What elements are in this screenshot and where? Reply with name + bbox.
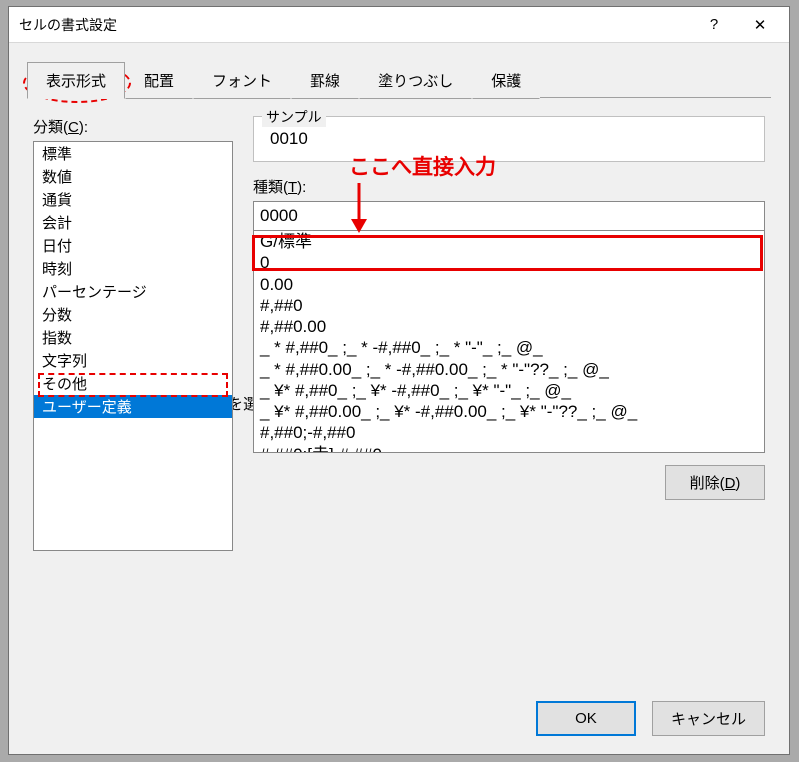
- tab-0[interactable]: 表示形式: [27, 62, 125, 99]
- detail-panel: サンプル 0010 種類(T): G/標準00.00#,##0#,##0.00_…: [253, 116, 765, 500]
- category-item[interactable]: 時刻: [34, 257, 232, 280]
- delete-button[interactable]: 削除(D): [665, 465, 765, 500]
- type-list[interactable]: G/標準00.00#,##0#,##0.00_ * #,##0_ ;_ * -#…: [253, 231, 765, 453]
- category-item[interactable]: 文字列: [34, 349, 232, 372]
- close-button[interactable]: ✕: [737, 8, 783, 42]
- sample-value: 0010: [264, 123, 754, 151]
- tab-1[interactable]: 配置: [125, 62, 193, 99]
- type-item[interactable]: #,##0;-#,##0: [254, 422, 764, 443]
- category-item[interactable]: 指数: [34, 326, 232, 349]
- type-label: 種類(T):: [253, 176, 765, 197]
- type-item[interactable]: 0: [254, 252, 764, 273]
- category-item[interactable]: 数値: [34, 165, 232, 188]
- tab-5[interactable]: 保護: [472, 62, 540, 99]
- delete-row: 削除(D): [253, 465, 765, 500]
- type-item[interactable]: #,##0.00: [254, 316, 764, 337]
- category-item[interactable]: 通貨: [34, 188, 232, 211]
- type-item[interactable]: #,##0: [254, 295, 764, 316]
- type-item[interactable]: 0.00: [254, 274, 764, 295]
- type-item[interactable]: _ * #,##0.00_ ;_ * -#,##0.00_ ;_ * "-"??…: [254, 359, 764, 380]
- type-item[interactable]: _ ¥* #,##0.00_ ;_ ¥* -#,##0.00_ ;_ ¥* "-…: [254, 401, 764, 422]
- sample-box: サンプル 0010: [253, 116, 765, 162]
- tabbar-filler: [540, 61, 771, 98]
- category-item[interactable]: 標準: [34, 142, 232, 165]
- type-input[interactable]: [253, 201, 765, 231]
- help-button[interactable]: ?: [691, 8, 737, 42]
- ok-button[interactable]: OK: [536, 701, 636, 736]
- category-item[interactable]: パーセンテージ: [34, 280, 232, 303]
- category-item[interactable]: ユーザー定義: [34, 395, 232, 418]
- tab-4[interactable]: 塗りつぶし: [359, 62, 472, 99]
- category-item[interactable]: 分数: [34, 303, 232, 326]
- dialog-title: セルの書式設定: [19, 15, 691, 35]
- type-item[interactable]: _ * #,##0_ ;_ * -#,##0_ ;_ * "-"_ ;_ @_: [254, 337, 764, 358]
- category-item[interactable]: その他: [34, 372, 232, 395]
- category-panel: 分類(C): 標準数値通貨会計日付時刻パーセンテージ分数指数文字列その他ユーザー…: [33, 116, 233, 551]
- type-item[interactable]: #,##0;[赤]-#,##0: [254, 444, 764, 454]
- titlebar: セルの書式設定 ? ✕: [9, 7, 789, 43]
- tabbar: 表示形式配置フォント罫線塗りつぶし保護: [9, 43, 789, 98]
- category-label: 分類(C):: [33, 116, 233, 137]
- format-cells-dialog: セルの書式設定 ? ✕ 表示形式配置フォント罫線塗りつぶし保護 分類(C): 標…: [8, 6, 790, 755]
- category-list[interactable]: 標準数値通貨会計日付時刻パーセンテージ分数指数文字列その他ユーザー定義: [33, 141, 233, 551]
- sample-label: サンプル: [262, 107, 326, 127]
- type-item[interactable]: _ ¥* #,##0_ ;_ ¥* -#,##0_ ;_ ¥* "-"_ ;_ …: [254, 380, 764, 401]
- cancel-button[interactable]: キャンセル: [652, 701, 765, 736]
- category-item[interactable]: 日付: [34, 234, 232, 257]
- footer: OK キャンセル: [9, 687, 789, 754]
- tab-2[interactable]: フォント: [193, 62, 291, 99]
- dialog-body: 分類(C): 標準数値通貨会計日付時刻パーセンテージ分数指数文字列その他ユーザー…: [9, 98, 789, 393]
- category-item[interactable]: 会計: [34, 211, 232, 234]
- type-item[interactable]: G/標準: [254, 231, 764, 252]
- tab-3[interactable]: 罫線: [291, 62, 359, 99]
